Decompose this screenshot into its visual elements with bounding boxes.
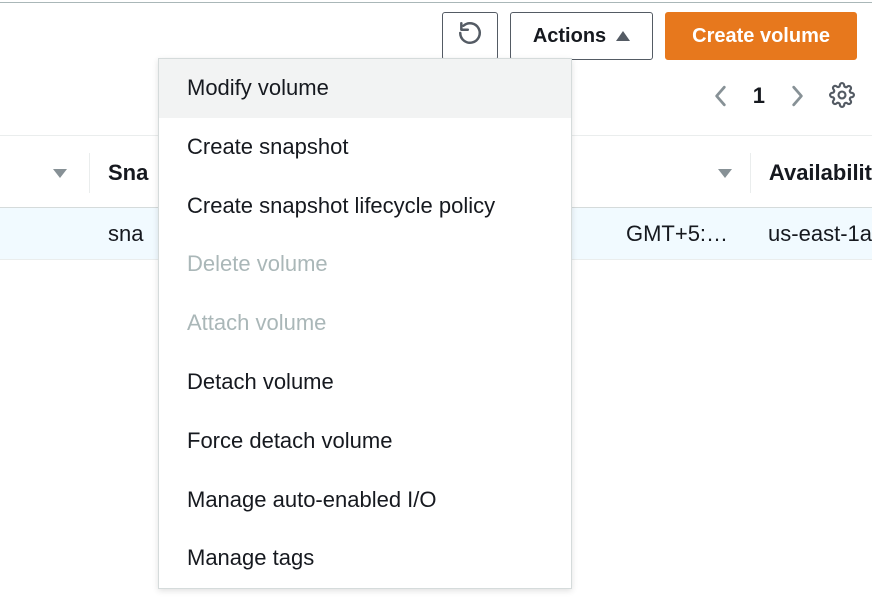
gear-icon bbox=[829, 82, 855, 108]
page-number: 1 bbox=[753, 83, 765, 109]
prev-page-button[interactable] bbox=[707, 82, 735, 110]
menu-item-modify-volume[interactable]: Modify volume bbox=[159, 59, 571, 118]
column-header-mid[interactable] bbox=[683, 153, 751, 193]
sort-icon bbox=[53, 169, 67, 178]
column-header-partial[interactable] bbox=[0, 153, 90, 193]
column-label-snapshot: Sna bbox=[108, 160, 148, 186]
menu-item-manage-tags[interactable]: Manage tags bbox=[159, 529, 571, 588]
chevron-left-icon bbox=[713, 85, 729, 107]
actions-dropdown: Modify volume Create snapshot Create sna… bbox=[158, 58, 572, 589]
caret-up-icon bbox=[616, 31, 630, 41]
pagination: 1 bbox=[707, 82, 857, 110]
chevron-right-icon bbox=[789, 85, 805, 107]
menu-item-create-snapshot[interactable]: Create snapshot bbox=[159, 118, 571, 177]
actions-button[interactable]: Actions bbox=[510, 12, 653, 60]
menu-item-attach-volume: Attach volume bbox=[159, 294, 571, 353]
refresh-button[interactable] bbox=[442, 12, 498, 60]
menu-item-delete-volume: Delete volume bbox=[159, 235, 571, 294]
settings-button[interactable] bbox=[829, 82, 857, 110]
refresh-icon bbox=[457, 20, 483, 52]
actions-label: Actions bbox=[533, 25, 606, 48]
menu-item-create-snapshot-lifecycle-policy[interactable]: Create snapshot lifecycle policy bbox=[159, 177, 571, 236]
menu-item-force-detach-volume[interactable]: Force detach volume bbox=[159, 412, 571, 471]
cell-availability: us-east-1a bbox=[740, 221, 872, 247]
create-volume-label: Create volume bbox=[692, 25, 830, 48]
column-header-snapshot[interactable]: Sna bbox=[90, 160, 148, 186]
cell-time: GMT+5:… bbox=[626, 221, 740, 247]
column-label-availability: Availabilit bbox=[769, 160, 872, 186]
create-volume-button[interactable]: Create volume bbox=[665, 12, 857, 60]
column-header-availability[interactable]: Availabilit bbox=[751, 160, 872, 186]
sort-icon bbox=[718, 169, 732, 178]
cell-snapshot: sna bbox=[0, 221, 143, 247]
next-page-button[interactable] bbox=[783, 82, 811, 110]
menu-item-manage-auto-io[interactable]: Manage auto-enabled I/O bbox=[159, 471, 571, 530]
toolbar: Actions Create volume bbox=[442, 12, 857, 60]
menu-item-detach-volume[interactable]: Detach volume bbox=[159, 353, 571, 412]
